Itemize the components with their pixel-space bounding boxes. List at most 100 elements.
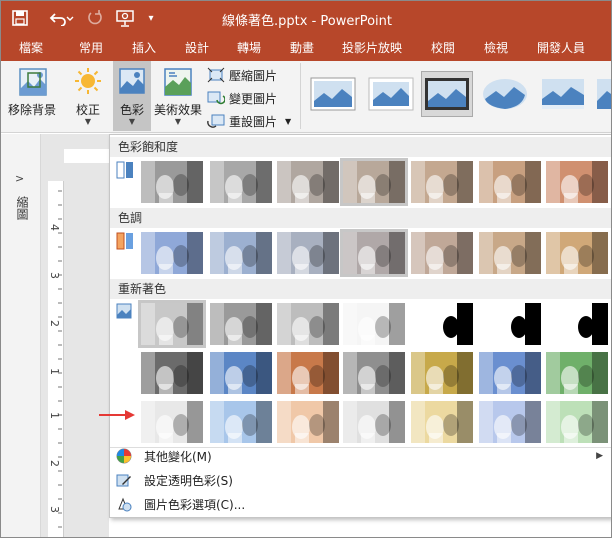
picture-style-1[interactable] (307, 71, 359, 117)
more-variations-label: 其他變化(M) (144, 449, 212, 464)
color-variant-thumbnail[interactable] (277, 303, 339, 345)
picture-style-3[interactable] (421, 71, 473, 117)
corrections-button[interactable]: 校正 ▼ (65, 63, 111, 129)
picture-color-options-label: 圖片色彩選項(C)... (144, 497, 246, 512)
reset-picture-icon (207, 114, 225, 128)
tab-insert[interactable]: 插入 (132, 35, 156, 61)
picture-style-4[interactable] (479, 71, 531, 117)
powerpoint-window: ▾ 線條著色.pptx - PowerPoint 檔案 常用 插入 設計 轉場 … (0, 0, 612, 538)
picture-style-6-icon (597, 79, 611, 109)
picture-style-5[interactable] (537, 71, 589, 117)
picture-color-options-menu-item[interactable]: 圖片色彩選項(C)... (110, 493, 611, 515)
color-variant-thumbnail[interactable] (343, 303, 405, 345)
color-variant-thumbnail[interactable] (546, 401, 608, 443)
ruler-ticks (58, 190, 62, 528)
more-variations-menu-item[interactable]: 其他變化(M) ▶ (110, 445, 611, 467)
ribbon: 移除背景 校正 ▼ 色彩 ▼ 美術效果 ▼ 壓縮圖片 變更圖片 重設圖片 ▼ (1, 61, 611, 133)
color-icon (119, 68, 145, 94)
color-variant-thumbnail[interactable] (141, 161, 203, 203)
color-variant-thumbnail[interactable] (411, 303, 473, 345)
color-variant-thumbnail[interactable] (141, 401, 203, 443)
color-variant-thumbnail[interactable] (277, 352, 339, 394)
color-variant-thumbnail[interactable] (479, 161, 541, 203)
color-variant-thumbnail[interactable] (210, 161, 272, 203)
picture-style-6[interactable] (595, 71, 611, 117)
tab-animations[interactable]: 動畫 (290, 35, 314, 61)
color-variant-thumbnail[interactable] (479, 352, 541, 394)
color-button[interactable]: 色彩 ▼ (113, 61, 151, 131)
artistic-effects-icon (164, 68, 192, 96)
color-variant-thumbnail[interactable] (546, 232, 608, 274)
picture-style-2[interactable] (365, 71, 417, 117)
picture-style-2-icon (368, 77, 414, 111)
color-variant-thumbnail[interactable] (210, 232, 272, 274)
color-variant-thumbnail[interactable] (340, 229, 408, 277)
corrections-label: 校正 (75, 103, 100, 117)
ruler-number: 1 (48, 412, 61, 419)
color-variant-thumbnail[interactable] (343, 352, 405, 394)
tab-developer[interactable]: 開發人員 (537, 35, 585, 61)
tab-transitions[interactable]: 轉場 (237, 35, 261, 61)
picture-style-1-icon (310, 77, 356, 111)
color-variant-thumbnail[interactable] (210, 303, 272, 345)
ruler-number: 2 (48, 320, 61, 327)
tone-icon (116, 232, 134, 253)
compress-icon (207, 67, 225, 83)
tab-view[interactable]: 檢視 (484, 35, 508, 61)
submenu-arrow-icon: ▶ (596, 451, 603, 461)
ruler-number: 2 (48, 460, 61, 467)
expand-pane-chevron-icon[interactable]: > (15, 172, 24, 185)
annotation-red-arrow-icon (99, 410, 135, 420)
reset-chevron-down-icon[interactable]: ▼ (285, 117, 291, 126)
saturation-icon (116, 161, 134, 182)
color-variant-thumbnail[interactable] (277, 161, 339, 203)
artistic-effects-label: 美術效果 (153, 103, 202, 117)
tab-design[interactable]: 設計 (185, 35, 209, 61)
recolor-section-header: 重新著色 (110, 279, 611, 299)
color-variant-thumbnail[interactable] (141, 232, 203, 274)
change-picture-button[interactable]: 變更圖片 (207, 88, 277, 108)
color-variant-thumbnail[interactable] (479, 401, 541, 443)
color-variant-thumbnail[interactable] (138, 300, 206, 348)
more-variations-palette-icon (114, 448, 134, 464)
window-title: 線條著色.pptx - PowerPoint (222, 14, 392, 29)
color-variant-thumbnail[interactable] (411, 161, 473, 203)
set-transparent-color-menu-item[interactable]: 設定透明色彩(S) (110, 469, 611, 491)
change-picture-icon (207, 91, 225, 105)
color-variant-thumbnail[interactable] (411, 401, 473, 443)
color-variant-thumbnail[interactable] (546, 303, 608, 345)
color-variant-thumbnail[interactable] (210, 352, 272, 394)
set-transparent-color-icon (114, 472, 134, 488)
color-variant-thumbnail[interactable] (479, 232, 541, 274)
recolor-icon (116, 303, 132, 322)
corrections-chevron-down-icon: ▼ (84, 117, 92, 126)
remove-background-icon (19, 68, 47, 96)
color-variant-thumbnail[interactable] (210, 401, 272, 443)
horizontal-ruler (64, 149, 109, 163)
color-variant-thumbnail[interactable] (546, 352, 608, 394)
tab-slideshow[interactable]: 投影片放映 (342, 35, 402, 61)
color-dropdown-panel: 色彩飽和度 色調 重新著色 其他變化(M) ▶ 設定透明色彩(S) 圖片色彩選項… (109, 134, 611, 518)
set-transparent-color-label: 設定透明色彩(S) (144, 473, 233, 488)
color-variant-thumbnail[interactable] (277, 232, 339, 274)
tab-review[interactable]: 校閱 (431, 35, 455, 61)
color-variant-thumbnail[interactable] (411, 352, 473, 394)
color-variant-thumbnail[interactable] (277, 401, 339, 443)
ruler-number: 3 (48, 272, 61, 279)
tab-file[interactable]: 檔案 (19, 35, 43, 61)
color-variant-thumbnail[interactable] (546, 161, 608, 203)
ribbon-tabs: 檔案 常用 插入 設計 轉場 動畫 投影片放映 校閱 檢視 開發人員 (1, 35, 611, 61)
color-variant-thumbnail[interactable] (343, 401, 405, 443)
slide-thumbnail-pane: > 縮圖 (1, 134, 41, 537)
color-label: 色彩 (119, 103, 144, 117)
tab-home[interactable]: 常用 (79, 35, 103, 61)
picture-color-options-icon (114, 496, 134, 512)
artistic-effects-button[interactable]: 美術效果 ▼ (152, 63, 204, 129)
color-variant-thumbnail[interactable] (411, 232, 473, 274)
color-variant-thumbnail[interactable] (141, 352, 203, 394)
color-variant-thumbnail[interactable] (340, 158, 408, 206)
remove-background-button[interactable]: 移除背景 (3, 63, 61, 129)
reset-picture-button[interactable]: 重設圖片 ▼ (207, 111, 291, 131)
color-variant-thumbnail[interactable] (479, 303, 541, 345)
compress-pictures-button[interactable]: 壓縮圖片 (207, 65, 277, 85)
